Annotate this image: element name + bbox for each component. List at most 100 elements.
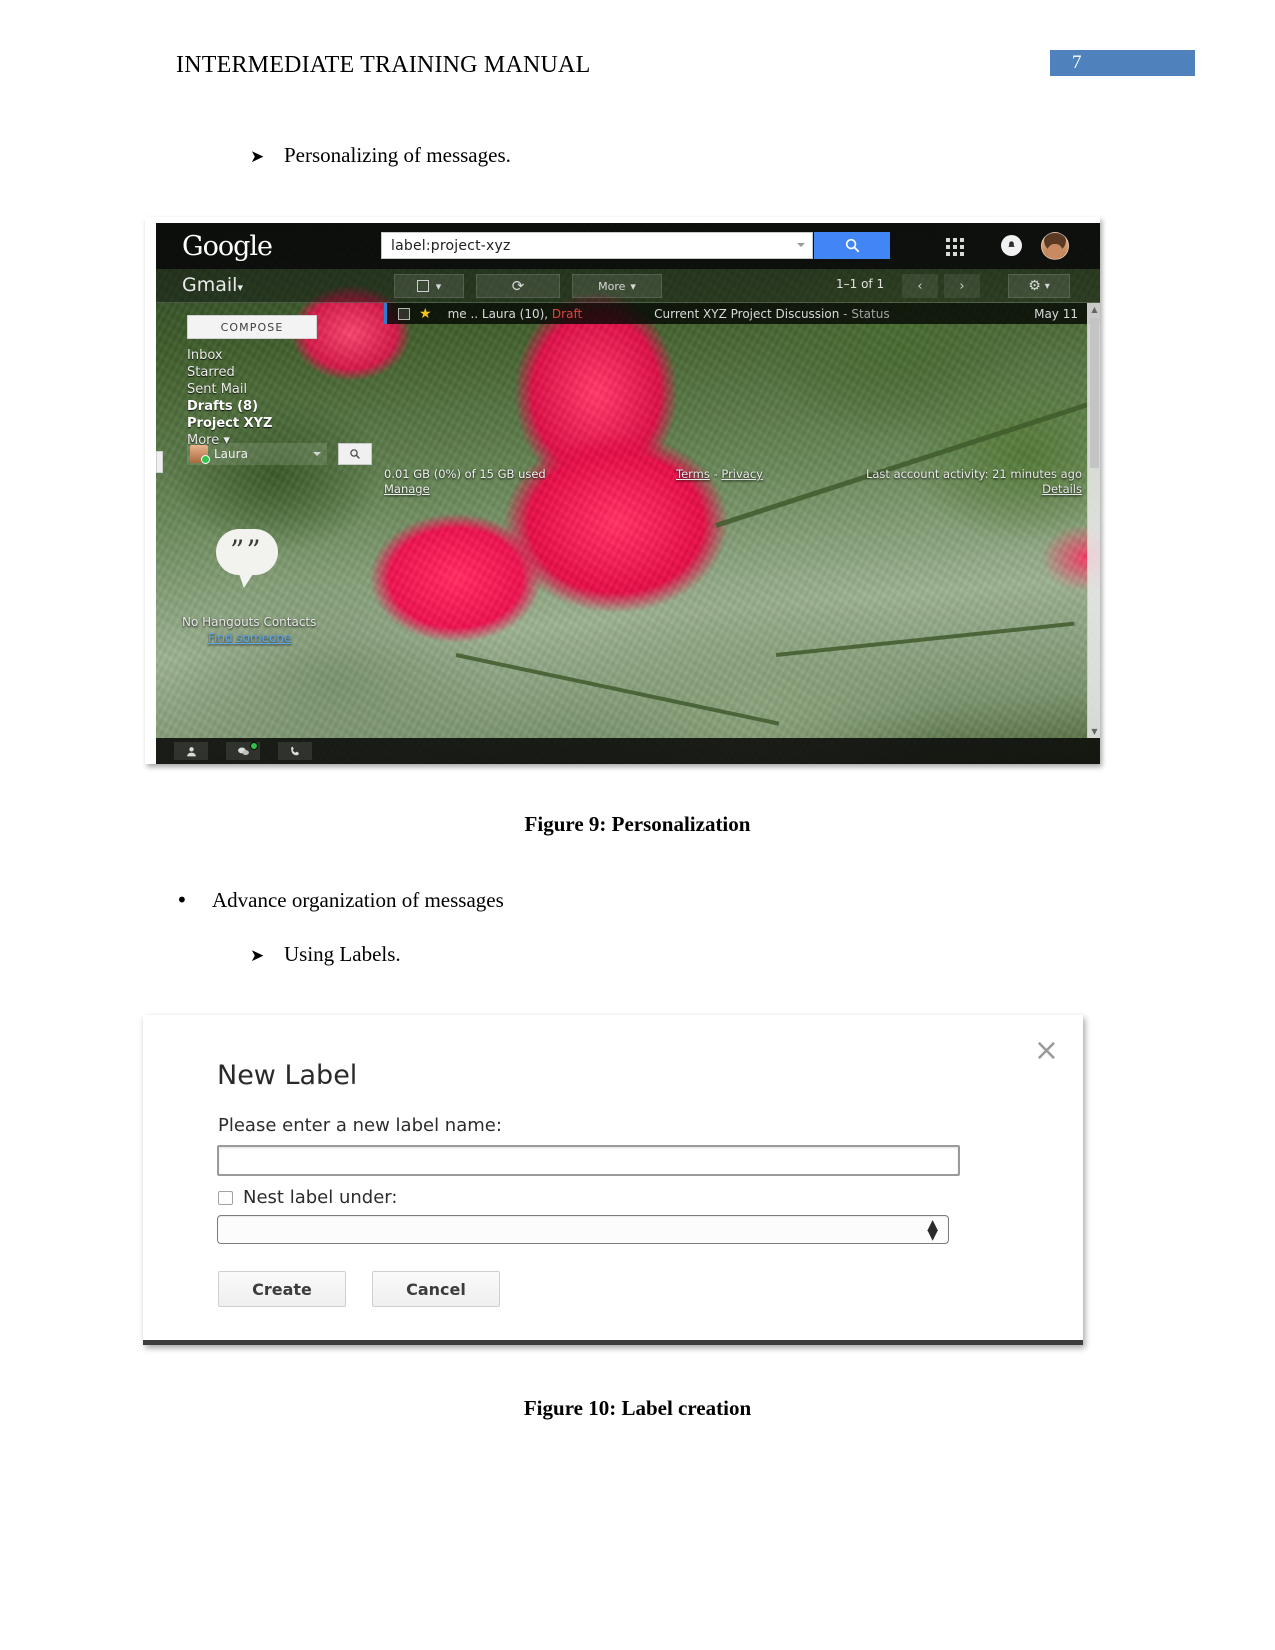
storage-status: 0.01 GB (0%) of 15 GB used Manage bbox=[384, 467, 546, 497]
scroll-down-arrow-icon[interactable]: ▼ bbox=[1088, 725, 1100, 738]
unread-badge bbox=[250, 742, 258, 750]
email-draft-badge: Draft bbox=[551, 306, 583, 321]
bullet-using-labels: ➤ Using Labels. bbox=[250, 942, 401, 967]
cancel-button[interactable]: Cancel bbox=[372, 1271, 500, 1307]
hangouts-contacts-button[interactable] bbox=[174, 742, 208, 760]
dialog-title: New Label bbox=[217, 1060, 358, 1091]
hangouts-find-someone-link[interactable]: Find someone bbox=[208, 631, 291, 645]
email-date: May 11 bbox=[1034, 306, 1078, 321]
compose-button[interactable]: COMPOSE bbox=[187, 315, 317, 339]
document-header-title: INTERMEDIATE TRAINING MANUAL bbox=[176, 52, 591, 78]
nest-label-checkbox[interactable] bbox=[218, 1190, 233, 1205]
nest-label-row[interactable]: Nest label under: bbox=[218, 1187, 397, 1208]
sidebar-item-project-xyz[interactable]: Project XYZ bbox=[187, 415, 272, 432]
figure-9-caption: Figure 9: Personalization bbox=[524, 812, 751, 836]
create-button-label: Create bbox=[252, 1279, 312, 1299]
sidebar-item-sent-mail[interactable]: Sent Mail bbox=[187, 381, 272, 398]
chevron-left-icon: ‹ bbox=[917, 278, 923, 294]
sidebar-item-drafts[interactable]: Drafts (8) bbox=[187, 398, 272, 415]
search-button[interactable] bbox=[814, 232, 890, 259]
nest-parent-select[interactable]: ▲ ▼ bbox=[217, 1215, 949, 1244]
scroll-up-arrow-icon[interactable]: ▲ bbox=[1088, 303, 1100, 316]
gmail-product-label[interactable]: Gmail▾ bbox=[182, 274, 243, 296]
bell-glyph bbox=[1008, 241, 1015, 247]
arrow-marker-icon: ➤ bbox=[250, 946, 265, 966]
chat-caret-icon[interactable] bbox=[313, 452, 321, 456]
figure-10-new-label-dialog: × New Label Please enter a new label nam… bbox=[143, 1015, 1083, 1345]
close-icon[interactable]: × bbox=[1034, 1036, 1059, 1066]
refresh-icon: ⟳ bbox=[511, 277, 525, 295]
email-subject-separator: - bbox=[843, 306, 848, 321]
gmail-toolbar: Gmail▾ ▾ ⟳ More ▾ 1–1 of 1 ‹ › ⚙ ▾ bbox=[156, 269, 1100, 303]
gear-icon: ⚙ bbox=[1028, 278, 1041, 294]
sidebar-item-inbox[interactable]: Inbox bbox=[187, 347, 272, 364]
vertical-scrollbar[interactable]: ▲ ▼ bbox=[1087, 303, 1100, 738]
label-name-input[interactable] bbox=[217, 1145, 960, 1176]
hangouts-call-button[interactable] bbox=[278, 742, 312, 760]
email-list-row[interactable]: ★ me .. Laura (10), Draft Current XYZ Pr… bbox=[384, 303, 1100, 324]
email-subject-snippet: Status bbox=[851, 306, 890, 321]
label-name-prompt: Please enter a new label name: bbox=[218, 1115, 502, 1136]
email-subject-text: Current XYZ Project Discussion bbox=[654, 306, 840, 321]
search-icon bbox=[350, 449, 360, 459]
figure-10-caption: Figure 10: Label creation bbox=[523, 1396, 752, 1420]
person-icon bbox=[186, 746, 196, 756]
settings-caret-icon: ▾ bbox=[1044, 280, 1050, 292]
links-separator: - bbox=[713, 467, 718, 481]
sidebar-collapse-handle[interactable] bbox=[156, 451, 163, 473]
page-number-badge: 7 bbox=[1050, 50, 1195, 76]
select-caret-icon: ▾ bbox=[435, 279, 442, 293]
email-senders-text: me .. Laura (10), bbox=[447, 306, 549, 321]
bullet-personalizing: ➤ Personalizing of messages. bbox=[250, 143, 511, 168]
more-label: More bbox=[598, 279, 626, 293]
terms-link[interactable]: Terms bbox=[676, 467, 710, 481]
previous-page-button[interactable]: ‹ bbox=[902, 274, 938, 298]
search-input-value: label:project-xyz bbox=[391, 237, 511, 254]
create-button[interactable]: Create bbox=[218, 1271, 346, 1307]
terms-privacy-links: Terms - Privacy bbox=[676, 467, 763, 481]
sidebar-item-starred[interactable]: Starred bbox=[187, 364, 272, 381]
gmail-window: Google label:project-xyz Gmail▾ ▾ ⟳ More… bbox=[156, 223, 1100, 764]
account-activity-text: Last account activity: 21 minutes ago bbox=[865, 467, 1082, 481]
phone-icon bbox=[290, 746, 299, 755]
notifications-bell-icon[interactable] bbox=[1001, 235, 1022, 256]
bullet-using-labels-label: Using Labels. bbox=[284, 942, 401, 966]
row-checkbox[interactable] bbox=[398, 307, 410, 320]
scrollbar-thumb[interactable] bbox=[1090, 318, 1099, 468]
pagination-count: 1–1 of 1 bbox=[836, 277, 885, 291]
next-page-button[interactable]: › bbox=[944, 274, 980, 298]
gmail-label-text: Gmail bbox=[182, 274, 238, 296]
arrow-marker-icon: ➤ bbox=[250, 147, 265, 167]
hangouts-conversations-button[interactable] bbox=[226, 742, 260, 760]
hangouts-empty-text: No Hangouts Contacts bbox=[182, 615, 317, 629]
account-activity-details-link[interactable]: Details bbox=[866, 482, 1082, 497]
star-icon[interactable]: ★ bbox=[419, 307, 432, 321]
gmail-caret-icon: ▾ bbox=[237, 281, 243, 294]
chevron-right-icon: › bbox=[959, 278, 965, 294]
email-senders: me .. Laura (10), Draft bbox=[448, 307, 583, 321]
email-subject: Current XYZ Project Discussion - Status bbox=[654, 307, 889, 321]
apps-grid-icon[interactable] bbox=[946, 238, 964, 256]
bullet-personalizing-label: Personalizing of messages. bbox=[284, 143, 511, 167]
bullet-advance-organization: • Advance organization of messages bbox=[176, 888, 504, 913]
account-avatar[interactable] bbox=[1041, 232, 1069, 260]
search-input[interactable]: label:project-xyz bbox=[381, 232, 813, 259]
search-icon bbox=[845, 238, 859, 253]
privacy-link[interactable]: Privacy bbox=[721, 467, 763, 481]
account-activity-status: Last account activity: 21 minutes ago De… bbox=[866, 467, 1082, 497]
page-number: 7 bbox=[1072, 52, 1082, 73]
figure-9-gmail-screenshot: Google label:project-xyz Gmail▾ ▾ ⟳ More… bbox=[145, 217, 1100, 764]
manage-storage-link[interactable]: Manage bbox=[384, 482, 430, 496]
storage-text: 0.01 GB (0%) of 15 GB used bbox=[384, 467, 546, 481]
chat-user-name: Laura bbox=[214, 447, 248, 461]
settings-button[interactable]: ⚙ ▾ bbox=[1008, 274, 1070, 298]
chat-status-row[interactable]: Laura bbox=[187, 443, 327, 465]
google-top-bar: Google label:project-xyz bbox=[156, 223, 1100, 269]
chat-bubbles-icon bbox=[237, 746, 249, 755]
chat-search-button[interactable] bbox=[338, 443, 372, 465]
more-actions-button[interactable]: More ▾ bbox=[572, 274, 662, 298]
search-options-caret-icon[interactable] bbox=[797, 243, 805, 247]
bullet-advance-organization-label: Advance organization of messages bbox=[212, 888, 504, 912]
refresh-button[interactable]: ⟳ bbox=[476, 274, 560, 298]
select-all-checkbox-button[interactable]: ▾ bbox=[394, 274, 464, 298]
